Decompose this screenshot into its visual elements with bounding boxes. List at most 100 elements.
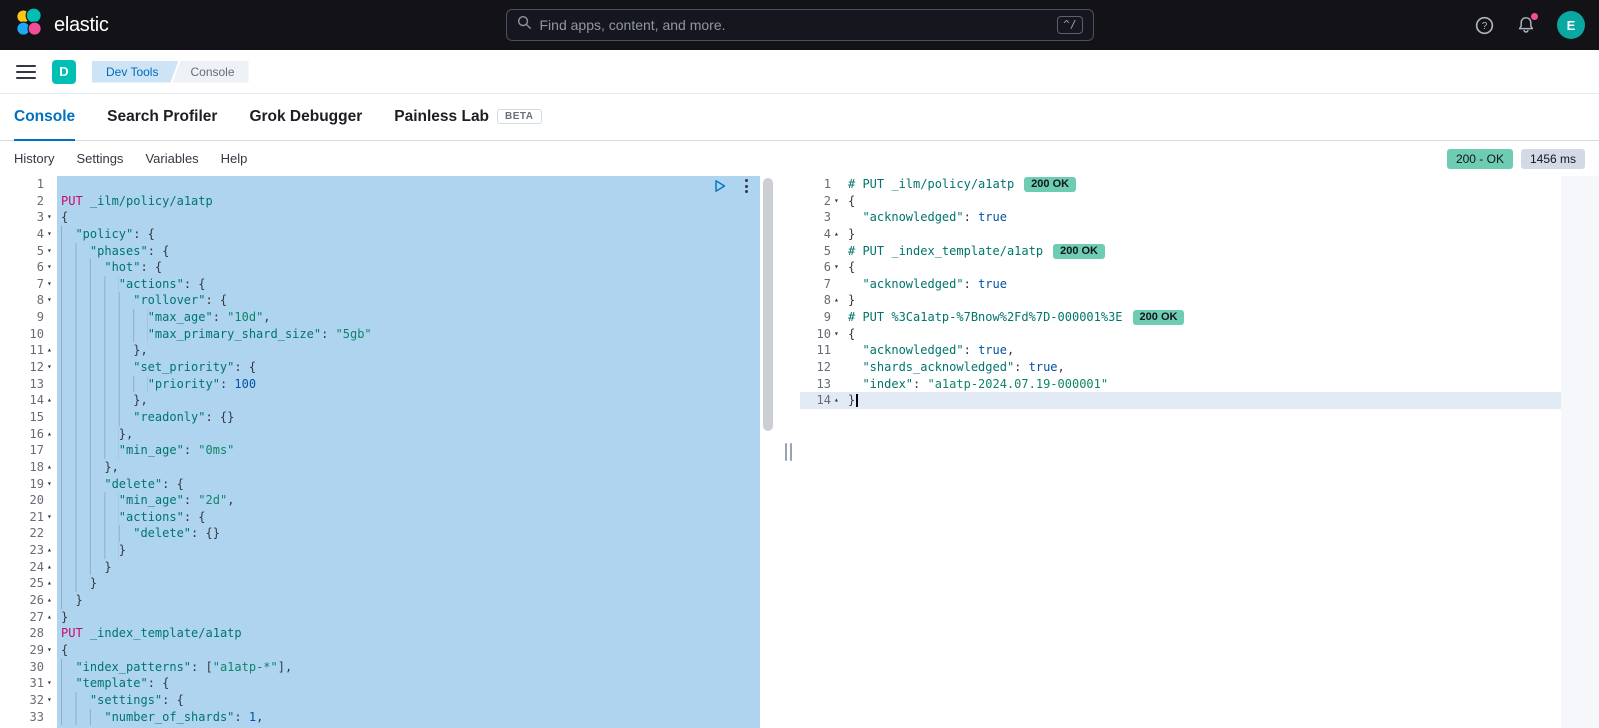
fold-toggle-icon[interactable]: ▾ [44, 642, 57, 659]
tab-grok-debugger[interactable]: Grok Debugger [249, 94, 362, 141]
response-output[interactable]: 1# PUT _ilm/policy/a1atp200 OK2▾{3 "ackn… [800, 176, 1561, 409]
code-line[interactable]: 21▾"actions": { [0, 509, 760, 526]
code-line[interactable]: 2▾{ [800, 193, 1561, 210]
code-line[interactable]: 9# PUT %3Ca1atp-%7Bnow%2Fd%7D-000001%3E2… [800, 309, 1561, 326]
pane-resizer-handle[interactable] [776, 176, 800, 728]
fold-toggle-icon[interactable]: ▾ [831, 193, 844, 210]
fold-toggle-icon[interactable]: ▾ [44, 359, 57, 376]
code-line[interactable]: 12▾"set_priority": { [0, 359, 760, 376]
editor-scrollbar[interactable] [760, 176, 776, 728]
code-line[interactable]: 9"max_age": "10d", [0, 309, 760, 326]
code-line[interactable]: 20"min_age": "2d", [0, 492, 760, 509]
request-options-icon[interactable] [738, 178, 754, 194]
code-line[interactable]: 1# PUT _ilm/policy/a1atp200 OK [800, 176, 1561, 193]
fold-toggle-icon[interactable]: ▾ [44, 226, 57, 243]
notifications-icon[interactable] [1515, 14, 1537, 36]
fold-toggle-icon[interactable]: ▾ [44, 692, 57, 709]
fold-toggle-icon[interactable]: ▴ [44, 575, 57, 592]
fold-toggle-icon[interactable]: ▾ [44, 259, 57, 276]
code-line[interactable]: 31▾"template": { [0, 675, 760, 692]
code-line[interactable]: 30"index_patterns": ["a1atp-*"], [0, 659, 760, 676]
space-avatar[interactable]: D [52, 60, 76, 84]
code-line[interactable]: 22"delete": {} [0, 525, 760, 542]
code-line[interactable]: 17"min_age": "0ms" [0, 442, 760, 459]
code-line[interactable]: 13 "index": "a1atp-2024.07.19-000001" [800, 376, 1561, 393]
user-avatar[interactable]: E [1557, 11, 1585, 39]
variables-button[interactable]: Variables [145, 151, 198, 166]
code-line[interactable]: 33"number_of_shards": 1, [0, 709, 760, 726]
fold-toggle-icon[interactable]: ▴ [44, 459, 57, 476]
fold-toggle-icon[interactable]: ▴ [44, 542, 57, 559]
code-line[interactable]: 6▾"hot": { [0, 259, 760, 276]
scrollbar-thumb[interactable] [763, 178, 773, 431]
code-line[interactable]: 19▾"delete": { [0, 476, 760, 493]
fold-toggle-icon[interactable]: ▾ [44, 476, 57, 493]
code-line[interactable]: 2PUT _ilm/policy/a1atp [0, 193, 760, 210]
tab-painless-lab[interactable]: Painless Lab BETA [394, 94, 541, 141]
code-line[interactable]: 12 "shards_acknowledged": true, [800, 359, 1561, 376]
code-line[interactable]: 13"priority": 100 [0, 376, 760, 393]
request-editor-pane[interactable]: 12PUT _ilm/policy/a1atp3▾{4▾"policy": {5… [0, 176, 776, 728]
fold-toggle-icon[interactable]: ▴ [44, 342, 57, 359]
code-line[interactable]: 28PUT _index_template/a1atp [0, 625, 760, 642]
code-line[interactable]: 27▴} [0, 609, 760, 626]
fold-toggle-icon[interactable]: ▴ [831, 392, 844, 409]
code-line[interactable]: 18▴}, [0, 459, 760, 476]
help-button[interactable]: Help [221, 151, 248, 166]
fold-toggle-icon[interactable]: ▴ [44, 609, 57, 626]
search-input[interactable] [540, 17, 1050, 33]
code-line[interactable]: 32▾"settings": { [0, 692, 760, 709]
brand[interactable]: elastic [14, 8, 109, 43]
fold-toggle-icon[interactable]: ▴ [44, 592, 57, 609]
code-line[interactable]: 4▴} [800, 226, 1561, 243]
code-line[interactable]: 3 "acknowledged": true [800, 209, 1561, 226]
code-line[interactable]: 8▾"rollover": { [0, 292, 760, 309]
code-line[interactable]: 26▴} [0, 592, 760, 609]
code-line[interactable]: 29▾{ [0, 642, 760, 659]
code-line[interactable]: 4▾"policy": { [0, 226, 760, 243]
code-line[interactable]: 6▾{ [800, 259, 1561, 276]
request-editor[interactable]: 12PUT _ilm/policy/a1atp3▾{4▾"policy": {5… [0, 176, 760, 725]
fold-toggle-icon[interactable]: ▴ [44, 559, 57, 576]
fold-toggle-icon[interactable]: ▴ [44, 426, 57, 443]
fold-toggle-icon[interactable]: ▾ [831, 259, 844, 276]
code-line[interactable]: 8▴} [800, 292, 1561, 309]
code-line[interactable]: 7 "acknowledged": true [800, 276, 1561, 293]
fold-toggle-icon[interactable]: ▴ [831, 292, 844, 309]
fold-toggle-icon[interactable]: ▴ [831, 226, 844, 243]
code-line[interactable]: 10▾{ [800, 326, 1561, 343]
code-line[interactable]: 5# PUT _index_template/a1atp200 OK [800, 243, 1561, 260]
code-line[interactable]: 3▾{ [0, 209, 760, 226]
fold-toggle-icon[interactable]: ▾ [44, 209, 57, 226]
send-request-button[interactable] [712, 178, 728, 194]
fold-toggle-icon[interactable]: ▾ [44, 509, 57, 526]
code-line[interactable]: 14▴} [800, 392, 1561, 409]
response-output-pane[interactable]: 1# PUT _ilm/policy/a1atp200 OK2▾{3 "ackn… [800, 176, 1599, 728]
fold-toggle-icon[interactable]: ▾ [44, 243, 57, 260]
tab-console[interactable]: Console [14, 94, 75, 141]
code-line[interactable]: 1 [0, 176, 760, 193]
settings-button[interactable]: Settings [76, 151, 123, 166]
tab-search-profiler[interactable]: Search Profiler [107, 94, 217, 141]
code-line[interactable]: 16▴}, [0, 426, 760, 443]
fold-toggle-icon[interactable]: ▾ [44, 276, 57, 293]
help-icon[interactable]: ? [1473, 14, 1495, 36]
breadcrumb-console[interactable]: Console [172, 61, 248, 83]
code-line[interactable]: 10"max_primary_shard_size": "5gb" [0, 326, 760, 343]
fold-toggle-icon[interactable]: ▾ [44, 292, 57, 309]
code-line[interactable]: 11▴}, [0, 342, 760, 359]
history-button[interactable]: History [14, 151, 54, 166]
code-line[interactable]: 25▴} [0, 575, 760, 592]
fold-toggle-icon[interactable]: ▴ [44, 392, 57, 409]
fold-toggle-icon[interactable]: ▾ [44, 675, 57, 692]
code-line[interactable]: 14▴}, [0, 392, 760, 409]
code-line[interactable]: 11 "acknowledged": true, [800, 342, 1561, 359]
menu-icon[interactable] [16, 65, 36, 79]
code-line[interactable]: 23▴} [0, 542, 760, 559]
code-line[interactable]: 7▾"actions": { [0, 276, 760, 293]
code-line[interactable]: 5▾"phases": { [0, 243, 760, 260]
fold-toggle-icon[interactable]: ▾ [831, 326, 844, 343]
global-search[interactable]: ^/ [506, 9, 1094, 41]
code-line[interactable]: 15"readonly": {} [0, 409, 760, 426]
breadcrumb-dev-tools[interactable]: Dev Tools [92, 61, 178, 83]
